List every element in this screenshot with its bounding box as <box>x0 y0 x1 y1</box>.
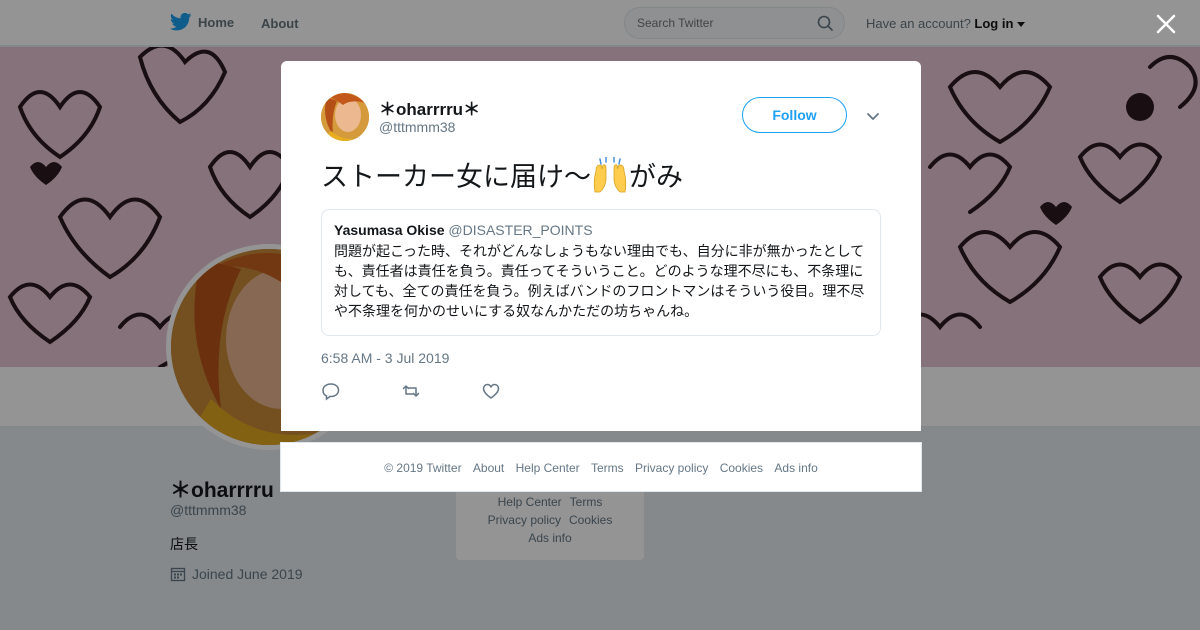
quoted-tweet-header: Yasumasa Okise @DISASTER_POINTS <box>334 222 868 238</box>
footer-ads-link[interactable]: Ads info <box>774 461 817 475</box>
heart-icon[interactable] <box>481 381 501 401</box>
quoted-tweet-text: 問題が起こった時、それがどんなしょうもない理由でも、自分に非が無かったとしても、… <box>334 244 865 320</box>
tweet-text-after: がみ <box>629 162 683 193</box>
close-icon[interactable] <box>1154 12 1178 36</box>
quoted-author-handle: @DISASTER_POINTS <box>448 222 593 238</box>
footer-terms-link[interactable]: Terms <box>591 461 624 475</box>
tweet-author-name[interactable]: ＊oharrrru＊ <box>379 95 480 120</box>
modal-footer: © 2019 Twitter About Help Center Terms P… <box>280 442 922 492</box>
raising-hands-emoji-icon <box>593 156 627 192</box>
author-photo-image <box>321 93 369 141</box>
quoted-tweet-card[interactable]: Yasumasa Okise @DISASTER_POINTS 問題が起こった時… <box>321 209 881 336</box>
footer-cookies-link[interactable]: Cookies <box>720 461 763 475</box>
retweet-icon[interactable] <box>401 381 421 401</box>
footer-copyright: © 2019 Twitter <box>384 461 462 475</box>
follow-button[interactable]: Follow <box>742 97 847 133</box>
tweet-text: ストーカー女に届け〜 がみ <box>321 155 683 194</box>
tweet-modal: ＊oharrrru＊ @tttmmm38 Follow ストーカー女に届け〜 が… <box>281 61 921 431</box>
footer-help-link[interactable]: Help Center <box>516 461 580 475</box>
tweet-author-avatar[interactable] <box>321 93 369 141</box>
tweet-text-before: ストーカー女に届け〜 <box>321 162 591 193</box>
tweet-author-handle[interactable]: @tttmmm38 <box>379 119 455 135</box>
tweet-actions <box>321 381 501 401</box>
reply-icon[interactable] <box>321 381 341 401</box>
footer-about-link[interactable]: About <box>473 461 504 475</box>
footer-privacy-link[interactable]: Privacy policy <box>635 461 708 475</box>
quoted-author-name: Yasumasa Okise <box>334 222 445 238</box>
tweet-timestamp[interactable]: 6:58 AM - 3 Jul 2019 <box>321 350 449 366</box>
chevron-down-icon[interactable] <box>863 106 883 126</box>
